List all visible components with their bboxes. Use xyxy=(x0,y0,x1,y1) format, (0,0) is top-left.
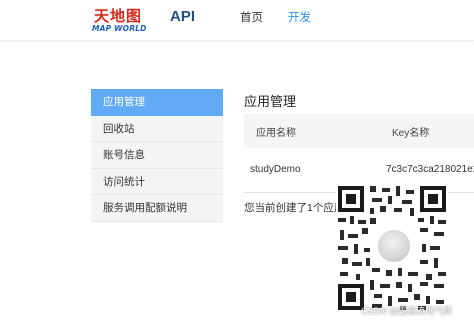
page-title: 应用管理 xyxy=(244,94,297,109)
sidebar-item-quota-info[interactable]: 服务调用配额说明 xyxy=(91,195,223,222)
sidebar-item-app-management[interactable]: 应用管理 xyxy=(91,89,223,116)
csdn-watermark: CSDN @霸道流氓气质 xyxy=(361,306,453,316)
column-header-key-name: Key名称 xyxy=(392,128,430,139)
top-header: 天地图 MAP WORLD API 首页 开发 xyxy=(0,0,474,41)
sidebar-item-access-stats[interactable]: 访问统计 xyxy=(91,168,223,195)
tianditu-logo[interactable]: 天地图 MAP WORLD xyxy=(88,1,158,37)
sidebar-menu: 应用管理 回收站 账号信息 访问统计 服务调用配额说明 xyxy=(91,89,223,222)
table-header: 应用名称 Key名称 xyxy=(244,114,474,148)
sidebar-item-recycle-bin[interactable]: 回收站 xyxy=(91,115,223,142)
app-count-summary: 您当前创建了1个应用 xyxy=(244,202,345,214)
logo-subtitle: MAP WORLD xyxy=(92,24,147,33)
app-name-cell: studyDemo xyxy=(250,164,301,175)
app-table: 应用名称 Key名称 studyDemo 7c3c7c3ca218021e2 xyxy=(244,114,474,193)
qr-code-image xyxy=(336,184,448,312)
app-key-cell: 7c3c7c3ca218021e2 xyxy=(386,164,474,175)
column-header-app-name: 应用名称 xyxy=(256,128,296,139)
nav-develop-link[interactable]: 开发 xyxy=(288,9,311,25)
sidebar-item-account-info[interactable]: 账号信息 xyxy=(91,142,223,169)
logo-text: 天地图 xyxy=(94,7,143,25)
nav-home-link[interactable]: 首页 xyxy=(240,9,263,25)
api-label: API xyxy=(170,8,196,25)
qr-avatar-icon xyxy=(376,228,412,264)
